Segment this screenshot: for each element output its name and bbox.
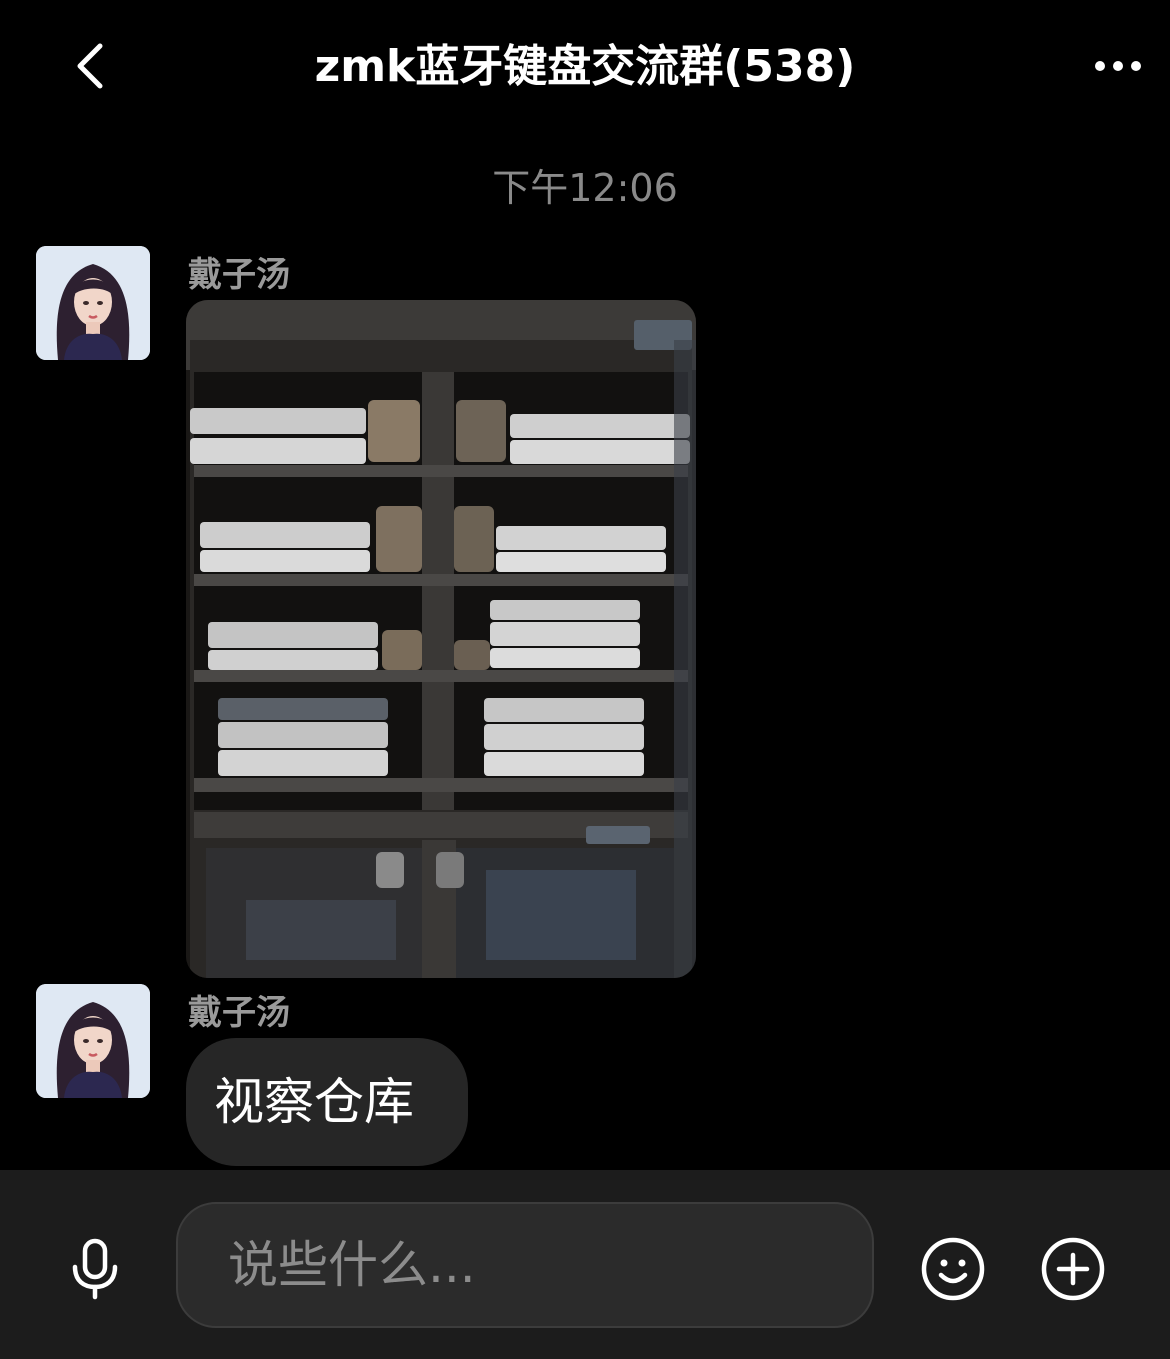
microphone-icon	[72, 1238, 118, 1300]
chat-header: zmk蓝牙键盘交流群(538)	[0, 0, 1170, 135]
voice-input-button[interactable]	[60, 1234, 130, 1304]
avatar-portrait	[36, 246, 150, 360]
photo-icon	[186, 300, 696, 978]
message-timestamp: 下午12:06	[492, 166, 678, 210]
avatar[interactable]	[36, 246, 150, 360]
more-horizontal-icon	[1094, 61, 1141, 71]
image-message[interactable]	[186, 300, 696, 978]
message-input-bar	[0, 1170, 1170, 1359]
plus-circle-icon[interactable]	[1040, 1236, 1106, 1302]
sender-name: 戴子汤	[188, 255, 290, 295]
chat-title: zmk蓝牙键盘交流群(538)	[314, 41, 856, 92]
avatar[interactable]	[36, 984, 150, 1098]
avatar-portrait	[36, 984, 150, 1098]
more-options-button[interactable]	[1080, 40, 1155, 92]
emoji-smile-icon[interactable]	[920, 1236, 986, 1302]
chevron-left-icon	[77, 43, 103, 89]
text-message[interactable]: 视察仓库	[186, 1038, 468, 1166]
message-input[interactable]	[176, 1202, 874, 1328]
back-button[interactable]	[60, 36, 120, 96]
sender-name: 戴子汤	[188, 993, 290, 1033]
